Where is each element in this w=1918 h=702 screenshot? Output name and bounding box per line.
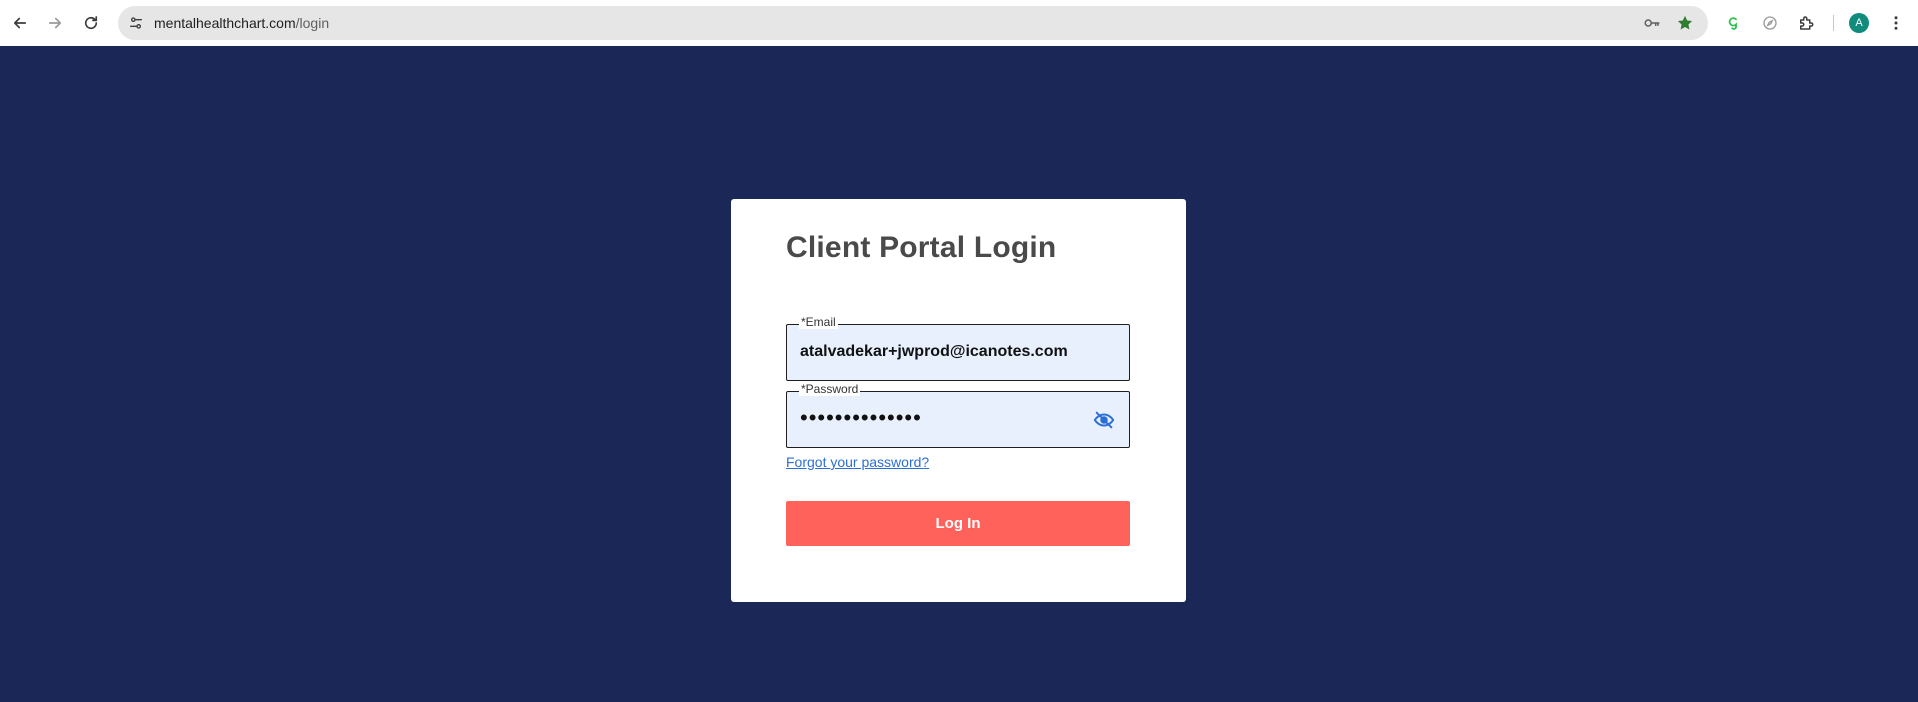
- password-field[interactable]: *Password ••••••••••••••: [786, 382, 1130, 448]
- bookmark-star-icon[interactable]: [1675, 13, 1695, 33]
- key-icon[interactable]: [1642, 13, 1662, 33]
- email-value[interactable]: atalvadekar+jwprod@icanotes.com: [800, 343, 1100, 361]
- compass-extension-icon[interactable]: [1759, 12, 1781, 34]
- login-button[interactable]: Log In: [786, 501, 1130, 546]
- browser-toolbar: mentalhealthchart.com/login A: [0, 0, 1918, 46]
- page-title: Client Portal Login: [786, 231, 1057, 264]
- email-label: *Email: [799, 315, 838, 329]
- eye-off-icon[interactable]: [1092, 409, 1116, 431]
- reload-icon[interactable]: [74, 6, 108, 40]
- site-info-icon[interactable]: [126, 13, 146, 33]
- password-value[interactable]: ••••••••••••••: [800, 406, 922, 430]
- url-path: /login: [295, 15, 330, 31]
- puzzle-extensions-icon[interactable]: [1795, 12, 1817, 34]
- email-field[interactable]: *Email atalvadekar+jwprod@icanotes.com: [786, 315, 1130, 381]
- address-bar[interactable]: mentalhealthchart.com/login: [118, 6, 1708, 40]
- profile-avatar[interactable]: A: [1849, 13, 1869, 33]
- login-card: Client Portal Login *Email atalvadekar+j…: [731, 199, 1186, 602]
- kebab-menu-icon[interactable]: [1886, 12, 1906, 34]
- password-label: *Password: [799, 382, 861, 396]
- url-domain: mentalhealthchart.com: [154, 15, 296, 31]
- forward-arrow-icon[interactable]: [38, 6, 72, 40]
- grammarly-extension-icon[interactable]: [1722, 12, 1744, 34]
- url-text: mentalhealthchart.com/login: [154, 15, 329, 31]
- toolbar-divider: [1833, 15, 1834, 31]
- back-arrow-icon[interactable]: [3, 6, 37, 40]
- forgot-password-link[interactable]: Forgot your password?: [786, 454, 929, 470]
